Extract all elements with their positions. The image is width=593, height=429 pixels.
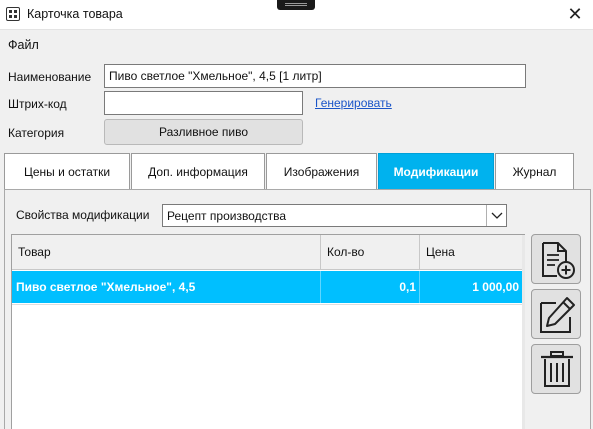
tab-modifications[interactable]: Модификации bbox=[378, 153, 494, 190]
chevron-down-icon[interactable] bbox=[486, 205, 506, 226]
cell-price: 1 000,00 bbox=[472, 280, 519, 294]
add-modification-button[interactable] bbox=[531, 234, 581, 284]
window-title: Карточка товара bbox=[27, 7, 123, 21]
cell-qty: 0,1 bbox=[399, 280, 416, 294]
edit-modification-button[interactable] bbox=[531, 289, 581, 339]
table-header: Товар Кол-во Цена bbox=[12, 235, 524, 270]
close-button[interactable]: ✕ bbox=[562, 3, 588, 25]
row-divider bbox=[12, 304, 524, 305]
cell-product: Пиво светлое "Хмельное", 4,5 bbox=[16, 280, 196, 294]
trash-icon bbox=[541, 351, 573, 387]
drag-handle[interactable] bbox=[277, 0, 315, 10]
tab-journal[interactable]: Журнал bbox=[495, 153, 574, 190]
column-header-qty[interactable]: Кол-во bbox=[320, 235, 419, 270]
category-button[interactable]: Разливное пиво bbox=[104, 119, 303, 145]
tab-prices-stock[interactable]: Цены и остатки bbox=[4, 153, 130, 190]
edit-pencil-icon bbox=[540, 297, 575, 333]
tab-images[interactable]: Изображения bbox=[266, 153, 377, 190]
barcode-input[interactable] bbox=[104, 91, 303, 115]
vertical-scrollbar[interactable] bbox=[522, 235, 525, 429]
name-label: Наименование bbox=[8, 70, 92, 84]
generate-barcode-link[interactable]: Генерировать bbox=[315, 96, 392, 110]
tab-extra-info[interactable]: Доп. информация bbox=[131, 153, 265, 190]
column-header-product[interactable]: Товар bbox=[12, 235, 320, 270]
title-bar: Карточка товара ✕ bbox=[0, 0, 593, 30]
add-document-icon bbox=[542, 242, 575, 279]
delete-modification-button[interactable] bbox=[531, 344, 581, 394]
modification-props-label: Свойства модификации bbox=[16, 208, 150, 222]
product-card-icon bbox=[6, 7, 20, 21]
barcode-label: Штрих-код bbox=[8, 97, 67, 111]
table-row[interactable]: Пиво светлое "Хмельное", 4,5 0,1 1 000,0… bbox=[12, 271, 524, 303]
name-input[interactable]: Пиво светлое "Хмельное", 4,5 [1 литр] bbox=[104, 64, 526, 88]
category-label: Категория bbox=[8, 126, 65, 140]
modification-props-select[interactable]: Рецепт производства bbox=[162, 204, 507, 227]
column-header-price[interactable]: Цена bbox=[419, 235, 522, 270]
modifications-table: Товар Кол-во Цена Пиво светлое "Хмельное… bbox=[11, 234, 525, 429]
menu-file[interactable]: Файл bbox=[8, 38, 39, 52]
modification-props-value: Рецепт производства bbox=[167, 209, 287, 223]
